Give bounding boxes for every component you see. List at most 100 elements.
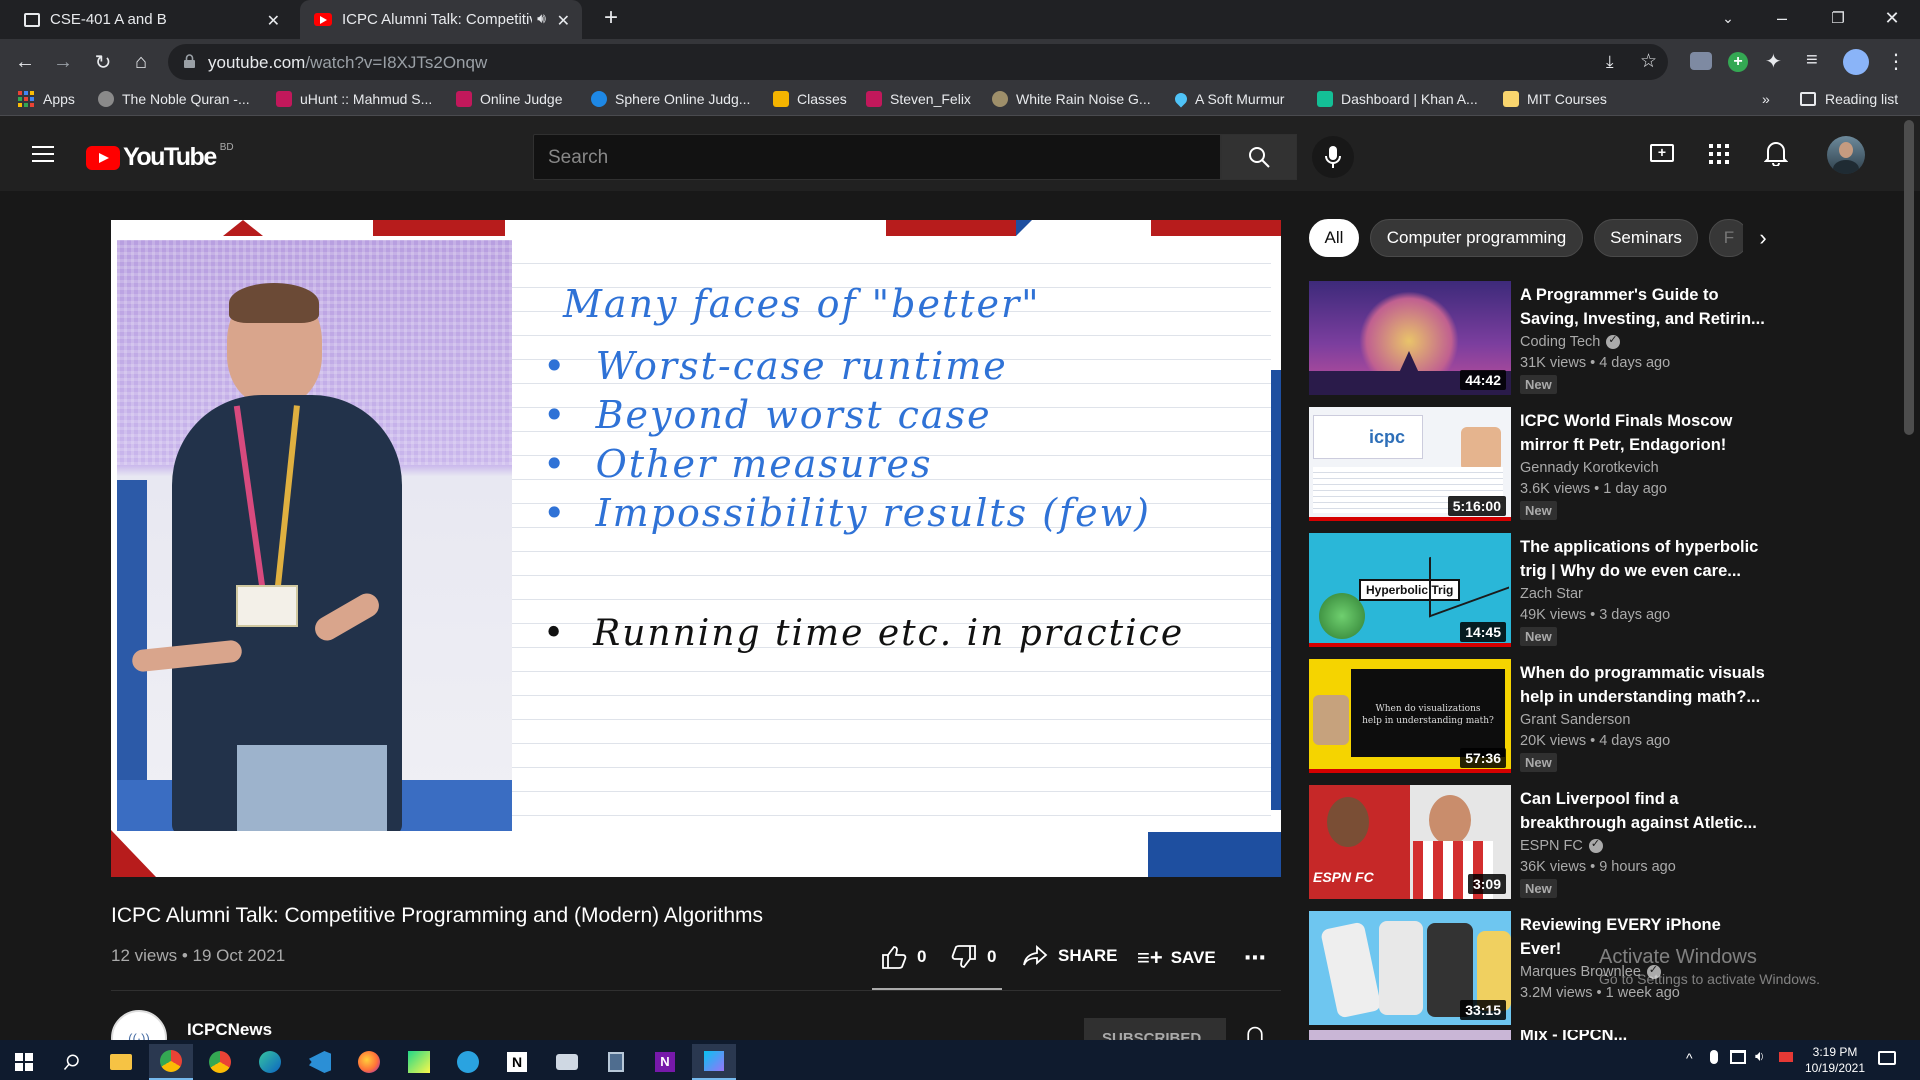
chips-next-icon[interactable]: ›: [1743, 219, 1783, 259]
recommendation-channel[interactable]: Gennady Korotkevich: [1520, 460, 1659, 476]
volume-tray-icon[interactable]: 🔉︎: [1755, 1048, 1764, 1065]
vscode-taskbar-icon[interactable]: [298, 1044, 342, 1080]
youtube-logo[interactable]: YouTube BD: [86, 142, 234, 172]
chip-all[interactable]: All: [1309, 219, 1359, 257]
search-button[interactable]: [1221, 134, 1297, 180]
like-button[interactable]: 0: [881, 945, 926, 969]
account-avatar[interactable]: [1827, 136, 1865, 174]
browser-tab-youtube[interactable]: ICPC Alumni Talk: Competitiv 🔊︎ ✕: [300, 0, 582, 39]
video-thumbnail[interactable]: icpc 5:16:00: [1309, 407, 1511, 521]
menu-icon[interactable]: [32, 146, 54, 162]
recommendation-title[interactable]: A Programmer's Guide to Saving, Investin…: [1520, 283, 1765, 331]
install-app-icon[interactable]: ⤓: [1606, 52, 1614, 72]
bookmark-uhunt[interactable]: uHunt :: Mahmud S...: [276, 91, 432, 107]
search-taskbar-button[interactable]: [50, 1044, 94, 1080]
video-thumbnail[interactable]: 33:15: [1309, 911, 1511, 1025]
extensions-puzzle-icon[interactable]: ✦: [1765, 49, 1782, 74]
browser-menu-icon[interactable]: ⋮: [1886, 49, 1906, 74]
channel-name[interactable]: ICPCNews: [187, 1020, 272, 1040]
recommendation-item[interactable]: When do visualizations help in understand…: [1309, 659, 1765, 774]
recommendation-title[interactable]: Can Liverpool find a breakthrough agains…: [1520, 787, 1765, 835]
battery-tray-icon[interactable]: [1779, 1052, 1793, 1062]
video-thumbnail[interactable]: When do visualizations help in understand…: [1309, 659, 1511, 773]
create-video-icon[interactable]: +: [1650, 144, 1674, 162]
browser-tab-classroom[interactable]: CSE-401 A and B ✕: [10, 0, 292, 39]
recommendation-channel[interactable]: Grant Sanderson: [1520, 712, 1630, 728]
network-tray-icon[interactable]: [1730, 1050, 1746, 1064]
more-actions-icon[interactable]: ⋯: [1244, 945, 1266, 971]
chip-computer-programming[interactable]: Computer programming: [1370, 219, 1583, 257]
file-explorer-icon[interactable]: [99, 1044, 143, 1080]
back-button[interactable]: ←: [10, 47, 40, 77]
tab-search-button[interactable]: ⌄: [1700, 0, 1756, 36]
bookmark-steven-felix[interactable]: Steven_Felix: [866, 91, 971, 107]
share-button[interactable]: SHARE: [1022, 945, 1118, 967]
home-button[interactable]: ⌂: [126, 47, 156, 77]
close-window-button[interactable]: ✕: [1864, 0, 1920, 36]
recommendation-item-partial[interactable]: Mix - ICPCN...: [1309, 1030, 1729, 1040]
search-input[interactable]: Search: [533, 134, 1221, 180]
recommendation-item[interactable]: Hyperbolic Trig 14:45 The applications o…: [1309, 533, 1758, 648]
reading-list-button[interactable]: Reading list: [1800, 91, 1898, 107]
reload-button[interactable]: ↻: [88, 47, 118, 77]
video-thumbnail[interactable]: Hyperbolic Trig 14:45: [1309, 533, 1511, 647]
bookmark-noble-quran[interactable]: The Noble Quran -...: [98, 91, 250, 107]
recommendation-channel[interactable]: ESPN FC: [1520, 837, 1603, 854]
recommendation-title[interactable]: The applications of hyperbolic trig | Wh…: [1520, 535, 1765, 583]
close-tab-icon[interactable]: ✕: [557, 11, 570, 31]
bookmark-spoj[interactable]: Sphere Online Judg...: [591, 91, 750, 107]
dislike-button[interactable]: 0: [951, 945, 996, 969]
bookmark-white-rain[interactable]: White Rain Noise G...: [992, 91, 1151, 107]
close-tab-icon[interactable]: ✕: [267, 11, 280, 31]
recommendation-title[interactable]: When do programmatic visuals help in und…: [1520, 661, 1765, 709]
telegram-taskbar-icon[interactable]: [446, 1044, 490, 1080]
calculator-taskbar-icon[interactable]: [594, 1044, 638, 1080]
taskbar-clock[interactable]: 3:19 PM 10/19/2021: [1795, 1044, 1875, 1076]
forward-button[interactable]: →: [48, 47, 78, 77]
video-thumbnail[interactable]: 44:42: [1309, 281, 1511, 395]
extension-plus-icon[interactable]: +: [1728, 52, 1748, 72]
chat-taskbar-icon[interactable]: [545, 1044, 589, 1080]
onenote-taskbar-icon[interactable]: N: [643, 1044, 687, 1080]
video-player[interactable]: Many faces of "better" • Worst-case runt…: [111, 220, 1281, 877]
voice-search-button[interactable]: [1312, 136, 1354, 178]
speaker-icon[interactable]: 🔊︎: [537, 10, 546, 27]
edge-taskbar-icon[interactable]: [248, 1044, 292, 1080]
start-button[interactable]: [2, 1044, 46, 1080]
save-button[interactable]: ≡+ SAVE: [1137, 945, 1216, 971]
bookmark-classes[interactable]: Classes: [773, 91, 847, 107]
bookmark-star-icon[interactable]: ☆: [1640, 50, 1657, 73]
media-queue-icon[interactable]: ≡: [1806, 49, 1818, 72]
bookmark-online-judge[interactable]: Online Judge: [456, 91, 563, 107]
bookmark-soft-murmur[interactable]: A Soft Murmur: [1172, 90, 1284, 108]
apps-grid-icon[interactable]: [1709, 144, 1729, 164]
chrome-alt-taskbar-icon[interactable]: [198, 1044, 242, 1080]
recommendation-channel[interactable]: Zach Star: [1520, 586, 1583, 602]
recommendation-item[interactable]: 44:42 A Programmer's Guide to Saving, In…: [1309, 281, 1765, 396]
recommendation-channel[interactable]: Coding Tech: [1520, 333, 1621, 350]
new-tab-button[interactable]: +: [598, 6, 624, 32]
show-hidden-icons[interactable]: ^: [1686, 1050, 1693, 1066]
webstorm-taskbar-icon[interactable]: [692, 1044, 736, 1080]
extension-glasses-icon[interactable]: [1690, 52, 1712, 70]
notifications-bell-icon[interactable]: [1764, 140, 1788, 166]
page-scrollbar[interactable]: [1904, 120, 1914, 435]
restore-button[interactable]: ❐: [1810, 0, 1866, 36]
recommendation-item[interactable]: icpc 5:16:00 ICPC World Finals Moscow mi…: [1309, 407, 1732, 522]
recommendation-item[interactable]: ESPN FC 3:09 Can Liverpool find a breakt…: [1309, 785, 1757, 900]
profile-avatar[interactable]: [1843, 49, 1869, 75]
notion-taskbar-icon[interactable]: N: [495, 1044, 539, 1080]
address-bar[interactable]: youtube.com/watch?v=I8XJTs2Onqw ⤓ ☆: [168, 44, 1668, 80]
bookmark-khan-academy[interactable]: Dashboard | Khan A...: [1317, 91, 1478, 107]
chrome-taskbar-icon[interactable]: [149, 1044, 193, 1080]
more-bookmarks-icon[interactable]: »: [1762, 91, 1770, 107]
video-thumbnail[interactable]: ESPN FC 3:09: [1309, 785, 1511, 899]
pycharm-taskbar-icon[interactable]: [397, 1044, 441, 1080]
microphone-tray-icon[interactable]: [1710, 1050, 1718, 1064]
minimize-button[interactable]: –: [1754, 0, 1810, 36]
recommendation-title[interactable]: ICPC World Finals Moscow mirror ft Petr,…: [1520, 409, 1765, 457]
bookmark-mit-courses[interactable]: MIT Courses: [1503, 91, 1607, 107]
notifications-tray-icon[interactable]: [1878, 1051, 1896, 1065]
firefox-taskbar-icon[interactable]: [347, 1044, 391, 1080]
chip-seminars[interactable]: Seminars: [1594, 219, 1698, 257]
